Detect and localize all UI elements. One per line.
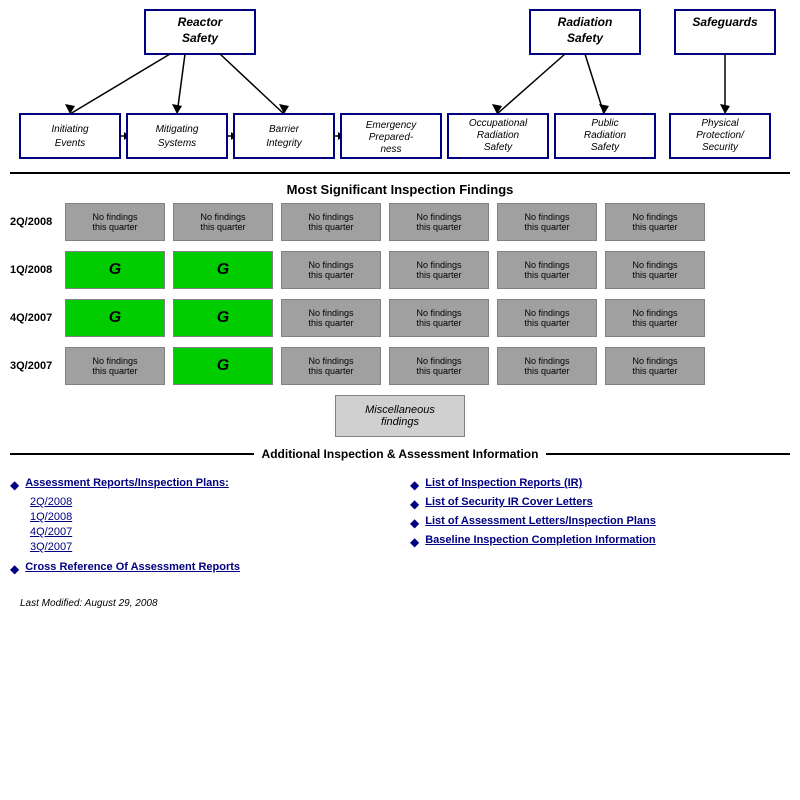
diamond-icon-r1: ◆ xyxy=(410,497,419,511)
svg-text:Barrier: Barrier xyxy=(269,124,300,135)
right-link-text-0[interactable]: List of Inspection Reports (IR) xyxy=(425,477,582,489)
svg-text:Emergency: Emergency xyxy=(366,120,418,131)
finding-cell[interactable]: No findingsthis quarter xyxy=(605,203,705,241)
right-link-text-1[interactable]: List of Security IR Cover Letters xyxy=(425,496,593,508)
finding-cell[interactable]: No findingsthis quarter xyxy=(605,299,705,337)
finding-cell[interactable]: No findingsthis quarter xyxy=(389,203,489,241)
svg-text:Safeguards: Safeguards xyxy=(692,15,758,29)
cross-reference-label[interactable]: Cross Reference Of Assessment Reports xyxy=(25,561,240,573)
finding-cell[interactable]: No findingsthis quarter xyxy=(65,347,165,385)
finding-cell[interactable]: No findingsthis quarter xyxy=(173,203,273,241)
svg-text:Radiation: Radiation xyxy=(558,15,613,29)
diamond-icon-cross: ◆ xyxy=(10,562,19,576)
svg-text:Reactor: Reactor xyxy=(178,15,224,29)
diamond-icon-1: ◆ xyxy=(10,478,19,492)
finding-cell[interactable]: No findingsthis quarter xyxy=(497,251,597,289)
svg-text:Protection/: Protection/ xyxy=(696,130,745,141)
cross-reference-item: ◆ Cross Reference Of Assessment Reports xyxy=(10,561,390,576)
divider-1 xyxy=(10,172,790,174)
finding-cell[interactable]: G xyxy=(65,251,165,289)
diagram-container: Reactor Safety Radiation Safety Safeguar… xyxy=(0,0,800,164)
quarter-link-2Q2008[interactable]: 2Q/2008 xyxy=(30,496,390,508)
assessment-reports-label[interactable]: Assessment Reports/Inspection Plans: xyxy=(25,477,229,489)
svg-text:Systems: Systems xyxy=(158,138,196,149)
svg-text:Integrity: Integrity xyxy=(266,138,303,149)
right-link-item-1: ◆ List of Security IR Cover Letters xyxy=(410,496,790,511)
quarter-label: 2Q/2008 xyxy=(10,216,65,228)
finding-cell[interactable]: No findingsthis quarter xyxy=(389,347,489,385)
right-links: ◆ List of Inspection Reports (IR) ◆ List of… xyxy=(410,477,790,580)
finding-cell[interactable]: No findingsthis quarter xyxy=(497,203,597,241)
finding-cell[interactable]: No findingsthis quarter xyxy=(389,299,489,337)
links-section: ◆ Assessment Reports/Inspection Plans: 2… xyxy=(0,469,800,588)
additional-divider-container: Additional Inspection & Assessment Infor… xyxy=(0,447,800,461)
svg-text:Radiation: Radiation xyxy=(584,130,627,141)
quarter-link-4Q2007[interactable]: 4Q/2007 xyxy=(30,526,390,538)
findings-row-2Q2008: 2Q/2008No findingsthis quarterNo finding… xyxy=(10,203,790,241)
quarter-label: 1Q/2008 xyxy=(10,264,65,276)
left-links: ◆ Assessment Reports/Inspection Plans: 2… xyxy=(10,477,390,580)
svg-text:Initiating: Initiating xyxy=(51,124,89,135)
quarter-links: 2Q/2008 1Q/2008 4Q/2007 3Q/2007 xyxy=(10,496,390,553)
findings-row-4Q2007: 4Q/2007GGNo findingsthis quarterNo findi… xyxy=(10,299,790,337)
finding-cell[interactable]: No findingsthis quarter xyxy=(281,347,381,385)
quarter-link-3Q2007[interactable]: 3Q/2007 xyxy=(30,541,390,553)
right-link-text-3[interactable]: Baseline Inspection Completion Informati… xyxy=(425,534,655,546)
finding-cell[interactable]: No findingsthis quarter xyxy=(281,251,381,289)
svg-text:Occupational: Occupational xyxy=(469,118,528,129)
findings-section: 2Q/2008No findingsthis quarterNo finding… xyxy=(0,203,800,385)
diamond-icon-r0: ◆ xyxy=(410,478,419,492)
diamond-icon-r2: ◆ xyxy=(410,516,419,530)
svg-text:Prepared-: Prepared- xyxy=(369,132,414,143)
finding-cell[interactable]: G xyxy=(173,299,273,337)
additional-title: Additional Inspection & Assessment Infor… xyxy=(10,447,790,461)
assessment-reports-item: ◆ Assessment Reports/Inspection Plans: xyxy=(10,477,390,492)
svg-text:Safety: Safety xyxy=(182,31,219,45)
misc-findings-container: Miscellaneousfindings xyxy=(0,395,800,437)
quarter-label: 3Q/2007 xyxy=(10,360,65,372)
right-link-item-2: ◆ List of Assessment Letters/Inspection P… xyxy=(410,515,790,530)
finding-cell[interactable]: No findingsthis quarter xyxy=(605,251,705,289)
finding-cell[interactable]: No findingsthis quarter xyxy=(497,299,597,337)
right-link-item-0: ◆ List of Inspection Reports (IR) xyxy=(410,477,790,492)
findings-row-3Q2007: 3Q/2007No findingsthis quarterGNo findin… xyxy=(10,347,790,385)
finding-cell[interactable]: G xyxy=(173,347,273,385)
finding-cell[interactable]: No findingsthis quarter xyxy=(65,203,165,241)
right-link-text-2[interactable]: List of Assessment Letters/Inspection Pl… xyxy=(425,515,656,527)
svg-text:Physical: Physical xyxy=(701,118,739,129)
right-link-item-3: ◆ Baseline Inspection Completion Informat… xyxy=(410,534,790,549)
finding-cell[interactable]: No findingsthis quarter xyxy=(605,347,705,385)
misc-findings-label: Miscellaneousfindings xyxy=(365,404,435,428)
finding-cell[interactable]: G xyxy=(65,299,165,337)
findings-row-1Q2008: 1Q/2008GGNo findingsthis quarterNo findi… xyxy=(10,251,790,289)
diagram-svg: Reactor Safety Radiation Safety Safeguar… xyxy=(10,6,790,161)
finding-cell[interactable]: No findingsthis quarter xyxy=(497,347,597,385)
svg-text:Mitigating: Mitigating xyxy=(156,124,199,135)
svg-text:Security: Security xyxy=(702,142,739,153)
most-significant-title: Most Significant Inspection Findings xyxy=(0,182,800,197)
finding-cell[interactable]: No findingsthis quarter xyxy=(281,203,381,241)
svg-text:Radiation: Radiation xyxy=(477,130,520,141)
quarter-label: 4Q/2007 xyxy=(10,312,65,324)
svg-text:Safety: Safety xyxy=(484,142,513,153)
svg-text:Safety: Safety xyxy=(591,142,620,153)
misc-findings-box: Miscellaneousfindings xyxy=(335,395,465,437)
svg-text:Safety: Safety xyxy=(567,31,604,45)
svg-text:Events: Events xyxy=(55,138,86,149)
finding-cell[interactable]: No findingsthis quarter xyxy=(281,299,381,337)
last-modified: Last Modified: August 29, 2008 xyxy=(20,598,780,609)
svg-text:Public: Public xyxy=(591,118,618,129)
finding-cell[interactable]: G xyxy=(173,251,273,289)
diamond-icon-r3: ◆ xyxy=(410,535,419,549)
quarter-link-1Q2008[interactable]: 1Q/2008 xyxy=(30,511,390,523)
finding-cell[interactable]: No findingsthis quarter xyxy=(389,251,489,289)
svg-text:ness: ness xyxy=(380,144,401,155)
